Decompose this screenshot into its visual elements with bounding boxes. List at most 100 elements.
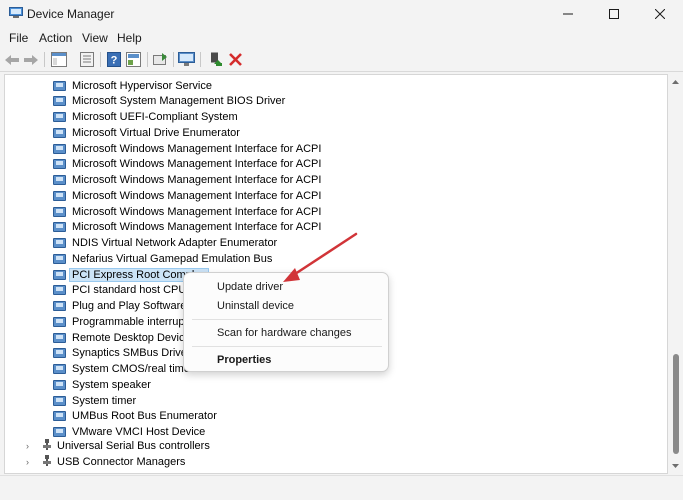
device-item[interactable]: System speaker (53, 377, 151, 392)
device-label: Microsoft UEFI-Compliant System (72, 111, 238, 123)
scrollbar-thumb[interactable] (673, 354, 679, 454)
device-item[interactable]: Nefarius Virtual Gamepad Emulation Bus (53, 251, 272, 266)
device-label: VMware VMCI Host Device (72, 426, 206, 438)
maximize-icon (609, 9, 619, 19)
show-hide-tree-button[interactable] (50, 51, 67, 68)
device-label: System CMOS/real time (72, 363, 190, 375)
device-item[interactable]: PCI standard host CPU b (53, 283, 196, 298)
system-device-icon (53, 395, 68, 407)
help-icon: ? (106, 52, 121, 67)
scroll-down-icon[interactable] (671, 461, 680, 470)
system-device-icon (53, 174, 68, 186)
menu-action[interactable]: Action (39, 31, 72, 45)
driver-properties-icon (126, 52, 141, 67)
device-label: Nefarius Virtual Gamepad Emulation Bus (72, 252, 273, 265)
system-device-icon (53, 111, 68, 123)
help-button[interactable]: ? (105, 51, 122, 68)
device-label: NDIS Virtual Network Adapter Enumerator (72, 237, 278, 249)
device-item[interactable]: Synaptics SMBus Driver (53, 346, 191, 361)
uninstall-icon (229, 53, 242, 66)
update-driver-menu-item[interactable]: Update driver (217, 281, 283, 293)
device-item[interactable]: Remote Desktop Device (53, 330, 191, 345)
update-driver-button[interactable] (152, 51, 169, 68)
device-item[interactable]: Microsoft Windows Management Interface f… (53, 188, 321, 203)
device-label: Microsoft Virtual Drive Enumerator (72, 126, 240, 139)
device-item[interactable]: Plug and Play Software D (53, 299, 197, 314)
uninstall-device-button[interactable] (227, 51, 244, 68)
device-label: Remote Desktop Device (72, 331, 191, 344)
device-item[interactable]: Microsoft Windows Management Interface f… (53, 157, 321, 172)
device-label: Microsoft System Management BIOS Driver (72, 95, 286, 108)
device-item[interactable]: Microsoft Windows Management Interface f… (53, 220, 321, 235)
device-label: Microsoft Windows Management Interface f… (72, 158, 322, 171)
device-label: UMBus Root Bus Enumerator (72, 410, 217, 423)
scan-hardware-button[interactable] (178, 51, 195, 68)
maximize-button[interactable] (591, 0, 637, 28)
device-item[interactable]: Programmable interrupt (53, 314, 188, 329)
usb-icon (43, 438, 51, 450)
toolbar-separator (44, 52, 45, 67)
device-label: Microsoft Windows Management Interface f… (72, 189, 322, 202)
toolbar (0, 48, 683, 72)
scan-hardware-menu-item[interactable]: Scan for hardware changes (217, 327, 352, 339)
svg-text:?: ? (110, 55, 117, 67)
scroll-up-icon[interactable] (671, 78, 680, 87)
device-item[interactable]: Microsoft System Management BIOS Driver (53, 94, 285, 109)
system-device-icon (53, 269, 68, 281)
device-item[interactable]: System timer (53, 393, 136, 408)
device-label: System speaker (72, 378, 151, 391)
system-device-icon (53, 410, 68, 422)
device-label: Microsoft Windows Management Interface f… (72, 205, 322, 218)
system-device-icon (53, 300, 68, 312)
device-item[interactable]: Microsoft Windows Management Interface f… (53, 141, 321, 156)
forward-button[interactable] (22, 51, 39, 68)
device-item[interactable]: System CMOS/real time (53, 362, 190, 377)
driver-properties-button[interactable] (125, 51, 142, 68)
properties-menu-item[interactable]: Properties (217, 354, 271, 366)
toolbar-separator (173, 52, 174, 67)
properties-sheet-icon (79, 52, 94, 67)
toolbar-separator (147, 52, 148, 67)
device-item[interactable]: Microsoft Hypervisor Service (53, 78, 212, 93)
expand-chevron-icon[interactable]: › (26, 457, 36, 467)
device-item[interactable]: NDIS Virtual Network Adapter Enumerator (53, 236, 277, 251)
system-device-icon (53, 363, 68, 375)
system-device-icon (53, 158, 68, 170)
device-item[interactable]: Microsoft Windows Management Interface f… (53, 204, 321, 219)
uninstall-device-menu-item[interactable]: Uninstall device (217, 300, 294, 312)
toolbar-separator (200, 52, 201, 67)
context-menu: Update driver Uninstall device Scan for … (183, 272, 389, 372)
vertical-scrollbar[interactable] (668, 74, 683, 474)
back-button[interactable] (3, 51, 20, 68)
device-label: Synaptics SMBus Driver (72, 347, 191, 360)
device-label: PCI standard host CPU b (72, 284, 196, 297)
system-device-icon (53, 316, 68, 328)
enable-device-button[interactable] (207, 51, 224, 68)
close-button[interactable] (637, 0, 683, 28)
device-label: System timer (72, 394, 137, 407)
device-label: Microsoft Windows Management Interface f… (72, 174, 322, 186)
device-item[interactable]: Microsoft Windows Management Interface f… (53, 173, 321, 188)
device-item[interactable]: UMBus Root Bus Enumerator (53, 409, 217, 424)
minimize-button[interactable] (545, 0, 591, 28)
system-device-icon (53, 237, 68, 249)
category-label: USB Connector Managers (57, 455, 186, 468)
device-item[interactable]: Microsoft UEFI-Compliant System (53, 110, 238, 125)
menu-view[interactable]: View (82, 31, 108, 45)
menu-file[interactable]: File (9, 31, 28, 45)
system-device-icon (53, 379, 68, 391)
category-usb-connector-managers[interactable]: › USB Connector Managers (26, 454, 185, 469)
system-device-icon (53, 80, 68, 92)
expand-chevron-icon[interactable]: › (26, 441, 36, 451)
properties-sheet-button[interactable] (78, 51, 95, 68)
category-usb-controllers[interactable]: › Universal Serial Bus controllers (26, 438, 210, 453)
minimize-icon (563, 13, 573, 15)
system-device-icon (53, 190, 68, 202)
toolbar-separator (100, 52, 101, 67)
usb-icon (43, 454, 51, 466)
system-device-icon (53, 253, 68, 265)
device-label: Programmable interrupt (72, 315, 188, 328)
menu-help[interactable]: Help (117, 31, 142, 45)
device-item[interactable]: Microsoft Virtual Drive Enumerator (53, 125, 240, 140)
system-device-icon (53, 143, 68, 155)
